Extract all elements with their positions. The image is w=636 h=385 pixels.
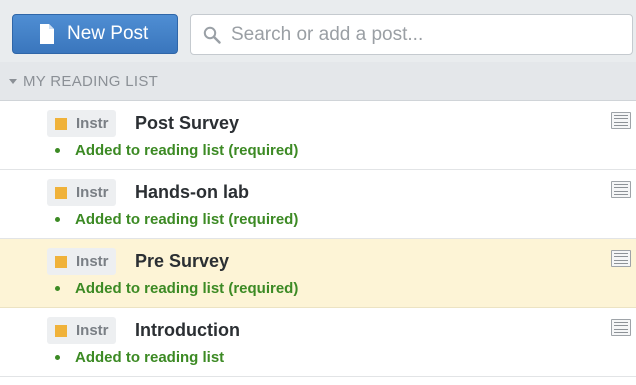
bullet-icon [55,286,60,291]
post-menu-icon[interactable] [611,181,631,198]
bullet-icon [55,148,60,153]
post-menu-icon[interactable] [611,250,631,267]
new-post-button[interactable]: New Post [12,14,178,54]
post-title: Post Survey [135,113,240,133]
reading-list-header[interactable]: MY READING LIST [0,62,636,101]
post-status: Added to reading list [55,349,224,366]
tag-label: Instr [76,184,109,201]
post-status-text: Added to reading list (required) [75,142,299,159]
post-item[interactable]: Instr Hands-on lab Added to reading list… [0,170,636,239]
reading-list: Instr Post Survey Added to reading list … [0,101,636,377]
reading-list-title: MY READING LIST [23,72,159,90]
caret-down-icon [9,78,17,84]
tag-color-square [55,324,67,337]
post-menu-icon[interactable] [611,319,631,336]
tag-label: Instr [76,322,109,339]
post-status-text: Added to reading list (required) [75,280,299,297]
top-toolbar: New Post [0,0,636,63]
tag-label: Instr [76,253,109,270]
post-item[interactable]: Instr Introduction Added to reading list [0,308,636,377]
instructor-tag: Instr [47,248,116,275]
post-status-text: Added to reading list [75,349,225,366]
bullet-icon [55,217,60,222]
document-icon [40,24,54,44]
instructor-tag: Instr [47,317,116,344]
post-item[interactable]: Instr Pre Survey Added to reading list (… [0,239,636,308]
tag-color-square [55,186,67,199]
post-title: Introduction [135,320,240,340]
post-title: Hands-on lab [135,182,250,202]
tag-label: Instr [76,115,109,132]
search-box[interactable] [190,14,633,55]
post-status: Added to reading list (required) [55,280,298,297]
instructor-tag: Instr [47,179,116,206]
post-title: Pre Survey [135,251,230,271]
new-post-label: New Post [67,23,149,44]
tag-color-square [55,255,67,268]
post-item[interactable]: Instr Post Survey Added to reading list … [0,101,636,170]
instructor-tag: Instr [47,110,116,137]
post-status: Added to reading list (required) [55,142,298,159]
search-input[interactable] [231,23,611,46]
post-menu-icon[interactable] [611,112,631,129]
post-status-text: Added to reading list (required) [75,211,299,228]
tag-color-square [55,117,67,130]
bullet-icon [55,355,60,360]
post-status: Added to reading list (required) [55,211,298,228]
search-icon [203,26,221,44]
